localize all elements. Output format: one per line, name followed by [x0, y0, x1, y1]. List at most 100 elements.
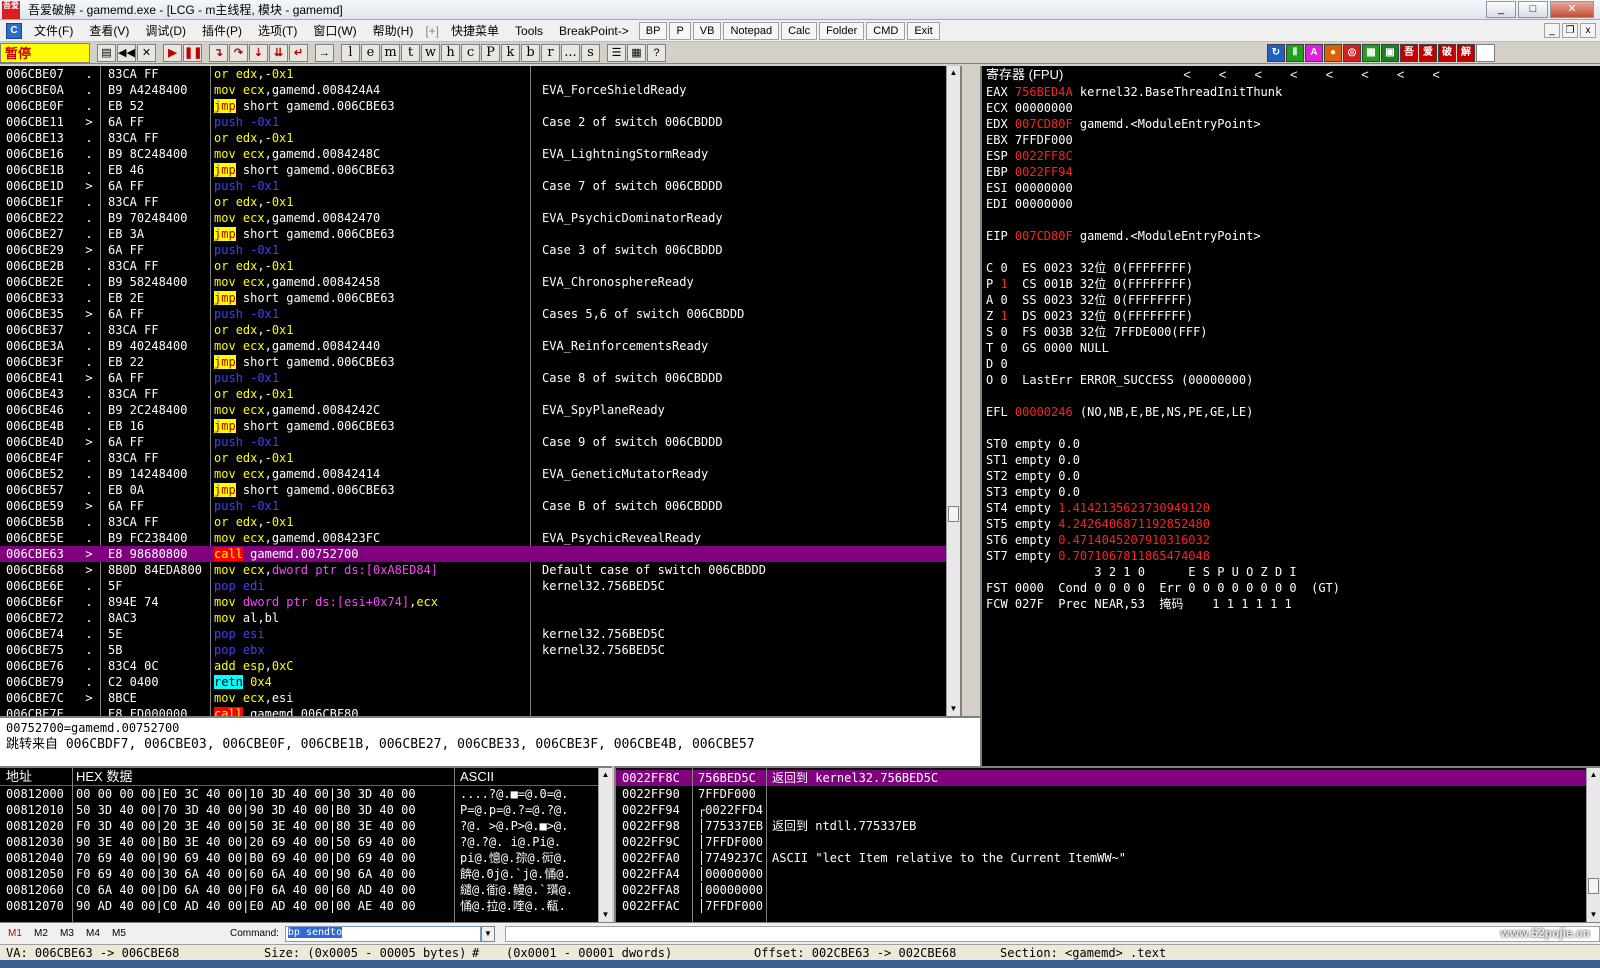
- executable-modules-button[interactable]: e: [361, 43, 380, 62]
- scroll-up-icon[interactable]: ▲: [1587, 768, 1600, 782]
- scroll-down-icon[interactable]: ▼: [599, 908, 612, 922]
- dump-row[interactable]: 00812050 F0 69 40 00|30 6A 40 00|60 6A 40…: [0, 866, 612, 882]
- disasm-row[interactable]: 006CBE3A. B9 40248400 mov ecx,gamemd.00842…: [0, 338, 960, 354]
- pause-icon[interactable]: ❚❚: [183, 43, 202, 62]
- run-icon[interactable]: ▶: [163, 43, 182, 62]
- disasm-row[interactable]: 006CBE5B. 83CA FF or edx,-0x1: [0, 514, 960, 530]
- plugin-calc-button[interactable]: Calc: [781, 21, 818, 40]
- memory-map-button[interactable]: m: [381, 43, 400, 62]
- trace-into-icon[interactable]: ⇣: [249, 43, 268, 62]
- blank-button[interactable]: [1476, 43, 1495, 62]
- disasm-row[interactable]: 006CBE5E. B9 FC238400 mov ecx,gamemd.00842…: [0, 530, 960, 546]
- disasm-row[interactable]: 006CBE4D >6A FF push -0x1 Case 9 of switch …: [0, 434, 960, 450]
- plugin-vb-button[interactable]: VB: [692, 21, 722, 40]
- scroll-thumb[interactable]: [1588, 878, 1599, 894]
- disasm-row[interactable]: 006CBE74. 5E pop esi kernel32.756BED5C: [0, 626, 960, 642]
- disasm-row[interactable]: 006CBE75. 5B pop ebx kernel32.756BED5C: [0, 642, 960, 658]
- menu-tools[interactable]: Tools: [507, 20, 551, 42]
- dump-col-address[interactable]: 地址: [6, 768, 32, 786]
- register-line[interactable]: ECX 00000000: [982, 100, 1600, 116]
- register-line[interactable]: EBX 7FFDF000: [982, 132, 1600, 148]
- mark-m2[interactable]: M2: [34, 928, 52, 939]
- dump-row[interactable]: 00812030 90 3E 40 00|B0 3E 40 00|20 69 40…: [0, 834, 612, 850]
- menu-breakpoint[interactable]: BreakPoint->: [551, 20, 637, 42]
- disasm-row[interactable]: 006CBE11 >6A FF push -0x1 Case 2 of switch …: [0, 114, 960, 130]
- plugin-cmd-button[interactable]: CMD: [866, 21, 906, 40]
- dump-row[interactable]: 00812070 90 AD 40 00|C0 AD 40 00|E0 AD 40…: [0, 898, 612, 914]
- plugin-p-button[interactable]: P: [669, 21, 691, 40]
- stack-row[interactable]: 0022FFAC │7FFDF000: [616, 898, 1600, 914]
- stack-row[interactable]: 0022FF8C 756BED5C 返回到 kernel32.756BED5C: [616, 770, 1600, 786]
- register-line[interactable]: EFL 00000246 (NO,NB,E,BE,NS,PE,GE,LE): [982, 404, 1600, 420]
- disasm-row[interactable]: 006CBE63 > E8 98680800 call gamemd.00752700: [0, 546, 960, 562]
- menu-view[interactable]: 查看(V): [81, 20, 137, 42]
- breakpoints-button[interactable]: b: [521, 43, 540, 62]
- disasm-row[interactable]: 006CBE0A. B9 A4248400 mov ecx,gamemd.00842…: [0, 82, 960, 98]
- step-over-icon[interactable]: ↷: [229, 43, 248, 62]
- call-stack-button[interactable]: k: [501, 43, 520, 62]
- register-line[interactable]: [982, 420, 1600, 436]
- menu-plugins[interactable]: 插件(P): [194, 20, 250, 42]
- register-line[interactable]: ST3 empty 0.0: [982, 484, 1600, 500]
- rewind-icon[interactable]: ◀◀: [117, 43, 136, 62]
- register-line[interactable]: ST5 empty 4.2426406871192852480: [982, 516, 1600, 532]
- registers-panel[interactable]: 寄存器 (FPU) <<<<<<<< EAX 756BED4A kernel32…: [980, 66, 1600, 766]
- toolbar-color-button[interactable]: 爱: [1419, 43, 1437, 62]
- dump-row[interactable]: 00812000 00 00 00 00|E0 3C 40 00|10 3D 40…: [0, 786, 612, 802]
- register-line[interactable]: A 0 SS 0023 32位 0(FFFFFFFF): [982, 292, 1600, 308]
- register-line[interactable]: ST6 empty 0.4714045207910316032: [982, 532, 1600, 548]
- plugin-notepad-button[interactable]: Notepad: [723, 21, 780, 40]
- menu-help[interactable]: 帮助(H): [365, 20, 422, 42]
- disasm-row[interactable]: 006CBE6F. 894E 74 mov dword ptr ds:[esi+0x…: [0, 594, 960, 610]
- toolbar-color-button[interactable]: Ⅱ: [1286, 43, 1304, 62]
- disasm-row[interactable]: 006CBE4F. 83CA FF or edx,-0x1: [0, 450, 960, 466]
- close-button[interactable]: ✕: [1550, 1, 1594, 18]
- scroll-thumb[interactable]: [948, 506, 959, 522]
- register-line[interactable]: Z 1 DS 0023 32位 0(FFFFFFFF): [982, 308, 1600, 324]
- disasm-row[interactable]: 006CBE16. B9 8C248400 mov ecx,gamemd.00842…: [0, 146, 960, 162]
- disasm-row[interactable]: 006CBE52. B9 14248400 mov ecx,gamemd.00842…: [0, 466, 960, 482]
- menu-shortcut[interactable]: 快捷菜单: [443, 20, 507, 42]
- register-line[interactable]: 3 2 1 0 E S P U O Z D I: [982, 564, 1600, 580]
- dump-row[interactable]: 00812060 C0 6A 40 00|D0 6A 40 00|F0 6A 40…: [0, 882, 612, 898]
- dump-col-ascii[interactable]: ASCII: [460, 768, 494, 786]
- register-line[interactable]: ST7 empty 0.7071067811865474048: [982, 548, 1600, 564]
- dump-col-hex[interactable]: HEX 数据: [76, 768, 132, 786]
- register-line[interactable]: ST4 empty 1.4142135623730949120: [982, 500, 1600, 516]
- stack-row[interactable]: 0022FF94 ┌0022FFD4: [616, 802, 1600, 818]
- maximize-button[interactable]: □: [1518, 1, 1548, 18]
- disasm-row[interactable]: 006CBE37. 83CA FF or edx,-0x1: [0, 322, 960, 338]
- chevron-down-icon[interactable]: ▼: [480, 925, 495, 942]
- run-trace-button[interactable]: ...: [561, 43, 580, 62]
- register-line[interactable]: [982, 244, 1600, 260]
- menu-window[interactable]: 窗口(W): [305, 20, 364, 42]
- mdi-restore-button[interactable]: ❐: [1562, 23, 1578, 38]
- open-icon[interactable]: ▤: [97, 43, 116, 62]
- toolbar-color-button[interactable]: ●: [1324, 43, 1342, 62]
- scroll-up-icon[interactable]: ▲: [947, 66, 960, 80]
- disasm-row[interactable]: 006CBE41 >6A FF push -0x1 Case 8 of switch …: [0, 370, 960, 386]
- disasm-row[interactable]: 006CBE2E. B9 58248400 mov ecx,gamemd.00842…: [0, 274, 960, 290]
- disasm-row[interactable]: 006CBE6E. 5F pop edi kernel32.756BED5C: [0, 578, 960, 594]
- disasm-row[interactable]: 006CBE72. 8AC3 mov al,bl: [0, 610, 960, 626]
- toolbar-color-button[interactable]: A: [1305, 43, 1323, 62]
- toolbar-color-button[interactable]: 解: [1457, 43, 1475, 62]
- disassembly-panel[interactable]: 006CBE07. 83CA FF or edx,-0x1 006CBE0A. B9 A…: [0, 66, 962, 716]
- mark-m4[interactable]: M4: [86, 928, 104, 939]
- register-line[interactable]: EDX 007CD80F gamemd.<ModuleEntryPoint>: [982, 116, 1600, 132]
- register-line[interactable]: C 0 ES 0023 32位 0(FFFFFFFF): [982, 260, 1600, 276]
- register-line[interactable]: FST 0000 Cond 0 0 0 0 Err 0 0 0 0 0 0 0 …: [982, 580, 1600, 596]
- register-line[interactable]: [982, 388, 1600, 404]
- toolbar-color-button[interactable]: ◎: [1343, 43, 1361, 62]
- register-line[interactable]: EAX 756BED4A kernel32.BaseThreadInitThun…: [982, 84, 1600, 100]
- disasm-row[interactable]: 006CBE76. 83C4 0C add esp,0xC: [0, 658, 960, 674]
- help-icon[interactable]: ?: [647, 43, 666, 62]
- disasm-row[interactable]: 006CBE29 >6A FF push -0x1 Case 3 of switch …: [0, 242, 960, 258]
- disasm-row[interactable]: 006CBE13. 83CA FF or edx,-0x1: [0, 130, 960, 146]
- toolbar-color-button[interactable]: 吾: [1400, 43, 1418, 62]
- dump-scrollbar[interactable]: ▲ ▼: [598, 768, 612, 922]
- trace-over-icon[interactable]: ⇊: [269, 43, 288, 62]
- execute-till-return-icon[interactable]: ↵: [289, 43, 308, 62]
- handles-button[interactable]: h: [441, 43, 460, 62]
- register-line[interactable]: EIP 007CD80F gamemd.<ModuleEntryPoint>: [982, 228, 1600, 244]
